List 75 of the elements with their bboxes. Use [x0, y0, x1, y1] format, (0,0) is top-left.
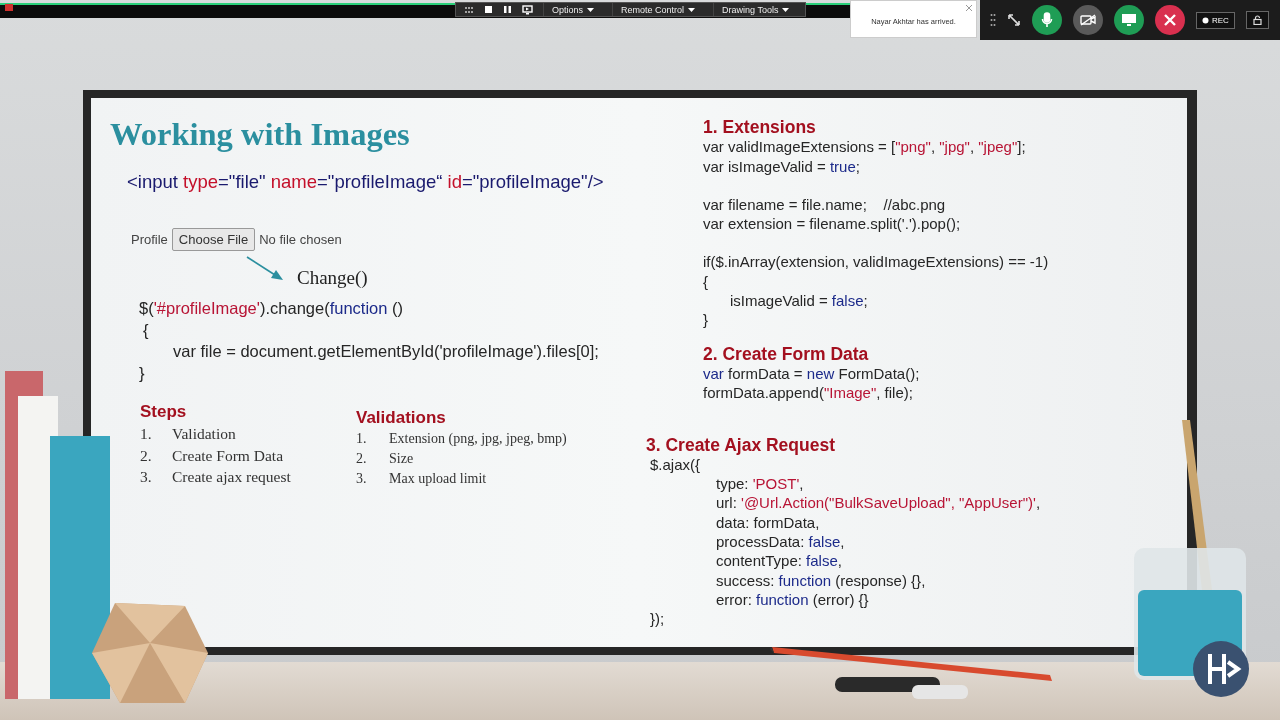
list-number: 3.	[140, 467, 153, 487]
code-line: }	[139, 362, 146, 384]
menu-button[interactable]: Drawing Tools	[713, 3, 798, 16]
lock-button[interactable]	[1245, 11, 1269, 29]
list-item: Create ajax request	[172, 467, 291, 487]
code-line: var isImageValid = true;	[703, 156, 861, 176]
lock-icon	[1252, 15, 1262, 25]
menu-button[interactable]: Options	[543, 3, 603, 16]
arrow-icon	[245, 255, 285, 281]
code-line: isImageValid = false;	[729, 291, 869, 311]
stop-icon[interactable]	[484, 5, 493, 14]
code-line: type: 'POST',	[715, 474, 805, 494]
code-line: var filename = file.name; //abc.png	[703, 194, 947, 215]
end-call-button[interactable]	[1155, 5, 1185, 35]
camera-off-icon	[1080, 14, 1096, 26]
section-heading: 3. Create Ajax Request	[646, 435, 836, 455]
code-line: <input type="file" name="profileImage“ id="profileImage"/>	[127, 171, 605, 193]
microphone-button[interactable]	[1032, 5, 1062, 35]
field-label: Profile	[131, 232, 168, 247]
close-icon	[1164, 14, 1176, 26]
code-line: url: '@Url.Action("BulkSaveUpload", "AppUser")',	[715, 493, 1042, 513]
list-item: Extension (png, jpg, jpeg, bmp)	[389, 430, 567, 448]
record-dot-icon	[1202, 16, 1209, 24]
list-number: 1.	[356, 430, 368, 448]
monitor-icon[interactable]	[522, 4, 533, 15]
monitor-icon	[1121, 13, 1137, 27]
code-line: $('#profileImage').change(function ()	[139, 298, 405, 319]
logo-icon	[1192, 640, 1250, 698]
drag-handle-icon[interactable]	[990, 13, 996, 27]
list-number: 2.	[356, 450, 368, 468]
section-heading: 2. Create Form Data	[703, 344, 870, 364]
section-heading: 1. Extensions	[703, 118, 817, 138]
list-heading: Steps	[140, 402, 188, 422]
code-line: if($.inArray(extension, validImageExtensions) == -1)	[703, 252, 1049, 272]
code-line: var file = document.getElementById('profileImage').files[0];	[172, 341, 600, 362]
code-line: formData.append("Image", file);	[703, 383, 914, 403]
event-label: Change()	[297, 267, 368, 289]
list-item: Validation	[172, 424, 236, 444]
list-number: 2.	[140, 445, 153, 466]
pause-icon[interactable]	[503, 5, 512, 14]
code-line: var extension = filename.split('.').pop();	[703, 214, 962, 234]
code-line: var validImageExtensions = ["png", "jpg", "jpeg"];	[703, 137, 1027, 157]
code-line: var formData = new FormData();	[703, 363, 921, 384]
code-line: contentType: false,	[715, 551, 843, 571]
code-line: data: formData,	[715, 512, 821, 533]
caret-icon	[587, 7, 595, 12]
record-button[interactable]: REC	[1196, 11, 1235, 29]
choose-file-button[interactable]: Choose File	[171, 228, 256, 251]
code-line: $.ajax({	[650, 454, 702, 475]
file-status: No file chosen	[259, 232, 342, 247]
caret-icon	[688, 7, 696, 12]
app-icon	[4, 3, 14, 12]
caret-icon	[782, 7, 790, 12]
code-line: }	[703, 310, 709, 330]
list-heading: Validations	[356, 408, 447, 428]
code-line: {	[142, 319, 150, 341]
eraser-drawing	[910, 682, 970, 702]
camera-button[interactable]	[1073, 5, 1103, 35]
close-icon[interactable]	[965, 4, 973, 12]
menu-button[interactable]: Remote Control	[612, 3, 704, 16]
grid-icon[interactable]	[464, 5, 474, 14]
code-line: processData: false,	[715, 532, 846, 552]
list-number: 3.	[356, 470, 368, 488]
screen-share-button[interactable]	[1114, 5, 1144, 35]
list-item: Max upload limit	[389, 470, 487, 488]
microphone-icon	[1041, 12, 1053, 28]
code-line: {	[703, 271, 709, 292]
code-line: success: function (response) {},	[715, 570, 927, 590]
list-number: 1.	[140, 424, 153, 444]
slide-title: Working with Images	[110, 116, 411, 153]
expand-icon[interactable]	[1007, 13, 1021, 27]
list-item: Create Form Data	[172, 445, 284, 466]
list-item: Size	[389, 450, 414, 468]
code-line: error: function (error) {}	[715, 589, 870, 610]
code-line: });	[650, 609, 666, 629]
